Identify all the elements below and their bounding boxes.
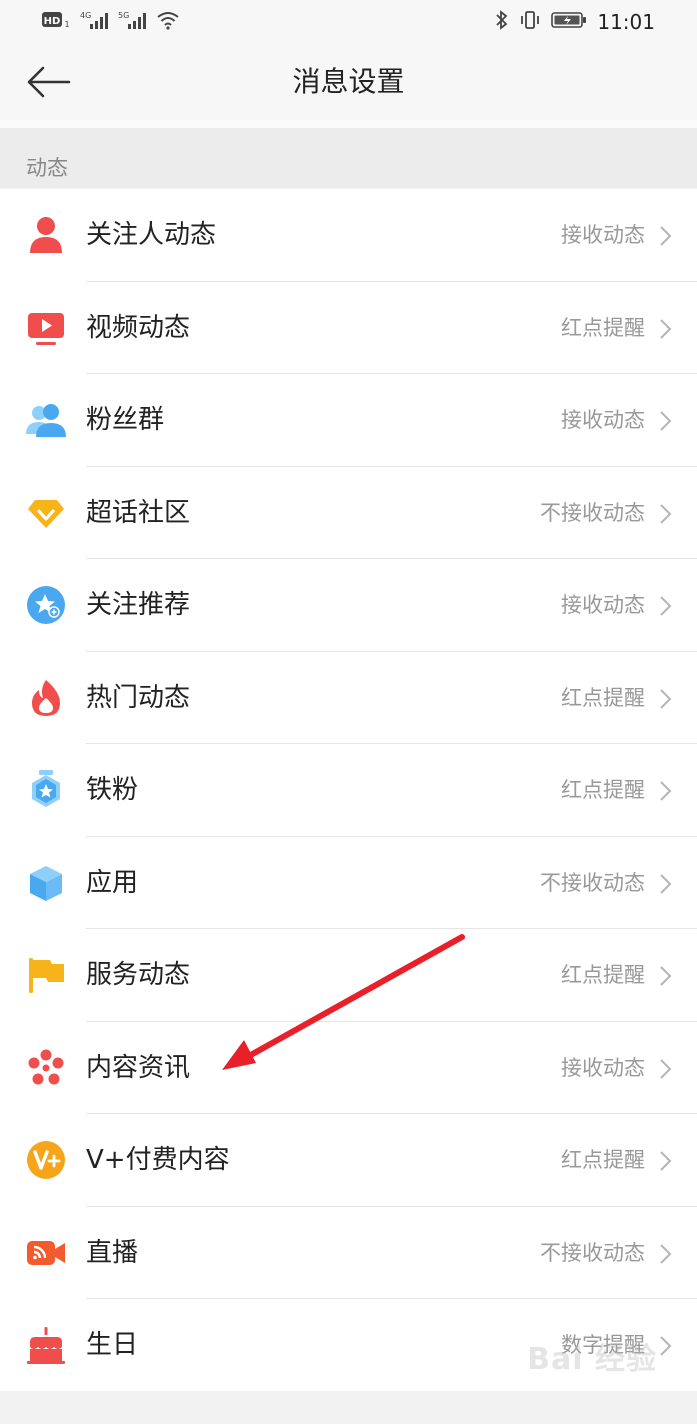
bottom-band (0, 1391, 697, 1424)
diamond-icon (26, 493, 66, 533)
chevron-right-icon (659, 965, 673, 987)
list-item-follow-recommend[interactable]: 关注推荐 接收动态 (0, 559, 697, 652)
chevron-right-icon (659, 595, 673, 617)
nav-bar: 消息设置 (0, 44, 697, 120)
cube-icon (26, 863, 66, 903)
item-value: 接收动态 (561, 1055, 645, 1080)
item-value: 接收动态 (561, 408, 645, 432)
list-item-live[interactable]: 直播 不接收动态 (0, 1207, 697, 1299)
item-label: 应用 (86, 867, 139, 898)
list-item-service-updates[interactable]: 服务动态 红点提醒 (0, 929, 697, 1022)
nav-divider (0, 120, 697, 128)
item-label: 热门动态 (86, 682, 191, 713)
back-arrow-icon (27, 66, 71, 98)
item-value: 不接收动态 (540, 500, 645, 525)
chevron-right-icon (659, 688, 673, 710)
svg-text:1: 1 (64, 20, 69, 29)
badge-icon (26, 770, 66, 810)
item-label: 关注人动态 (86, 220, 217, 250)
flag-icon (26, 955, 66, 995)
chevron-right-icon (659, 1058, 673, 1080)
item-value: 接收动态 (561, 223, 645, 247)
item-label: 生日 (86, 1330, 139, 1360)
chevron-right-icon (659, 318, 673, 340)
watermark-logo: Bai 经验 (527, 1342, 657, 1377)
vibrate-icon (519, 10, 541, 34)
item-value: 接收动态 (561, 593, 645, 617)
svg-text:HD: HD (44, 16, 61, 27)
svg-text:4G: 4G (80, 11, 91, 20)
item-label: 视频动态 (86, 312, 191, 343)
item-value: 不接收动态 (540, 1240, 645, 1265)
video-icon (26, 308, 66, 348)
item-label: 直播 (86, 1237, 139, 1268)
svg-text:5G: 5G (118, 11, 129, 20)
list-item-following-updates[interactable]: 关注人动态 接收动态 (0, 189, 697, 282)
settings-list: 关注人动态 接收动态 视频动态 红点提醒 粉丝群 接收动态 超话社区 不接收动态 (0, 189, 697, 1391)
person-icon (26, 215, 66, 255)
item-label: 服务动态 (86, 960, 191, 990)
status-time: 11:01 (597, 10, 655, 34)
list-item-video-updates[interactable]: 视频动态 红点提醒 (0, 282, 697, 374)
chevron-right-icon (659, 1335, 673, 1357)
status-left: HD 1 4G 5G (42, 10, 180, 34)
section-title: 动态 (26, 156, 68, 180)
chevron-right-icon (659, 1150, 673, 1172)
list-item-fan-group[interactable]: 粉丝群 接收动态 (0, 374, 697, 467)
item-value: 红点提醒 (561, 315, 645, 340)
list-item-super-topic[interactable]: 超话社区 不接收动态 (0, 467, 697, 559)
list-item-iron-fans[interactable]: 铁粉 红点提醒 (0, 744, 697, 837)
page-title: 消息设置 (292, 65, 405, 98)
status-right: 11:01 (495, 10, 655, 34)
list-item-apps[interactable]: 应用 不接收动态 (0, 837, 697, 929)
flower-icon (26, 1048, 66, 1088)
list-item-content-news[interactable]: 内容资讯 接收动态 (0, 1022, 697, 1114)
hd-icon: HD 1 (42, 11, 72, 33)
status-bar: HD 1 4G 5G 11:01 (0, 0, 697, 44)
wifi-icon (156, 10, 180, 34)
chevron-right-icon (659, 503, 673, 525)
cake-icon (26, 1325, 66, 1365)
battery-icon (551, 11, 587, 33)
back-button[interactable] (22, 60, 74, 104)
star-plus-icon (26, 585, 66, 625)
vplus-icon (26, 1140, 66, 1180)
chevron-right-icon (659, 873, 673, 895)
chevron-right-icon (659, 225, 673, 247)
chevron-right-icon (659, 1243, 673, 1265)
item-label: 关注推荐 (86, 590, 191, 620)
item-value: 不接收动态 (540, 870, 645, 895)
bluetooth-icon (495, 10, 509, 34)
item-label: 超话社区 (86, 497, 191, 528)
item-label: 铁粉 (86, 775, 139, 805)
chevron-right-icon (659, 410, 673, 432)
list-item-vplus-paid[interactable]: V+付费内容 红点提醒 (0, 1114, 697, 1207)
item-label: 粉丝群 (86, 405, 165, 435)
section-header: 动态 (0, 128, 697, 188)
live-icon (26, 1233, 66, 1273)
fans-group-icon (26, 400, 66, 440)
chevron-right-icon (659, 780, 673, 802)
item-value: 红点提醒 (561, 963, 645, 987)
flame-icon (26, 678, 66, 718)
item-label: V+付费内容 (86, 1145, 230, 1175)
item-label: 内容资讯 (86, 1052, 191, 1083)
signal-4g-icon: 4G (80, 9, 110, 35)
item-value: 红点提醒 (561, 685, 645, 710)
item-value: 红点提醒 (561, 778, 645, 802)
list-item-hot-updates[interactable]: 热门动态 红点提醒 (0, 652, 697, 744)
item-value: 红点提醒 (561, 1148, 645, 1172)
signal-5g-icon: 5G (118, 9, 148, 35)
